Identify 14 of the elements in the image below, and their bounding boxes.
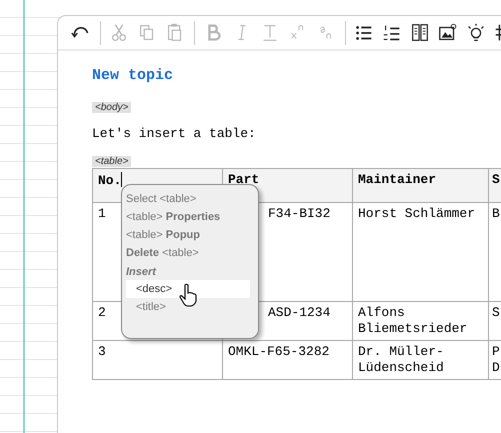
menu-item[interactable]: <desc> xyxy=(126,280,250,298)
hand-cursor-icon xyxy=(179,283,197,307)
table-cell: Horst Schlämmer xyxy=(352,202,488,302)
element-tag[interactable]: <body> xyxy=(92,102,132,113)
table-cell: Dr. Müller-Lüdenscheid xyxy=(352,340,488,380)
menu-heading: Insert xyxy=(126,265,158,280)
paragraph-text: Let's insert a table: xyxy=(92,127,257,141)
table-cell: 3 xyxy=(92,340,222,380)
topic-title: New topic xyxy=(92,67,174,86)
column-header: Maintainer xyxy=(352,168,488,202)
table-cell: OMKL-F65-3282 xyxy=(222,340,352,380)
table-cell: Alfons Bliemetsrieder xyxy=(352,302,488,340)
element-tag[interactable]: <table> xyxy=(92,156,132,167)
column-header: S xyxy=(488,168,501,202)
